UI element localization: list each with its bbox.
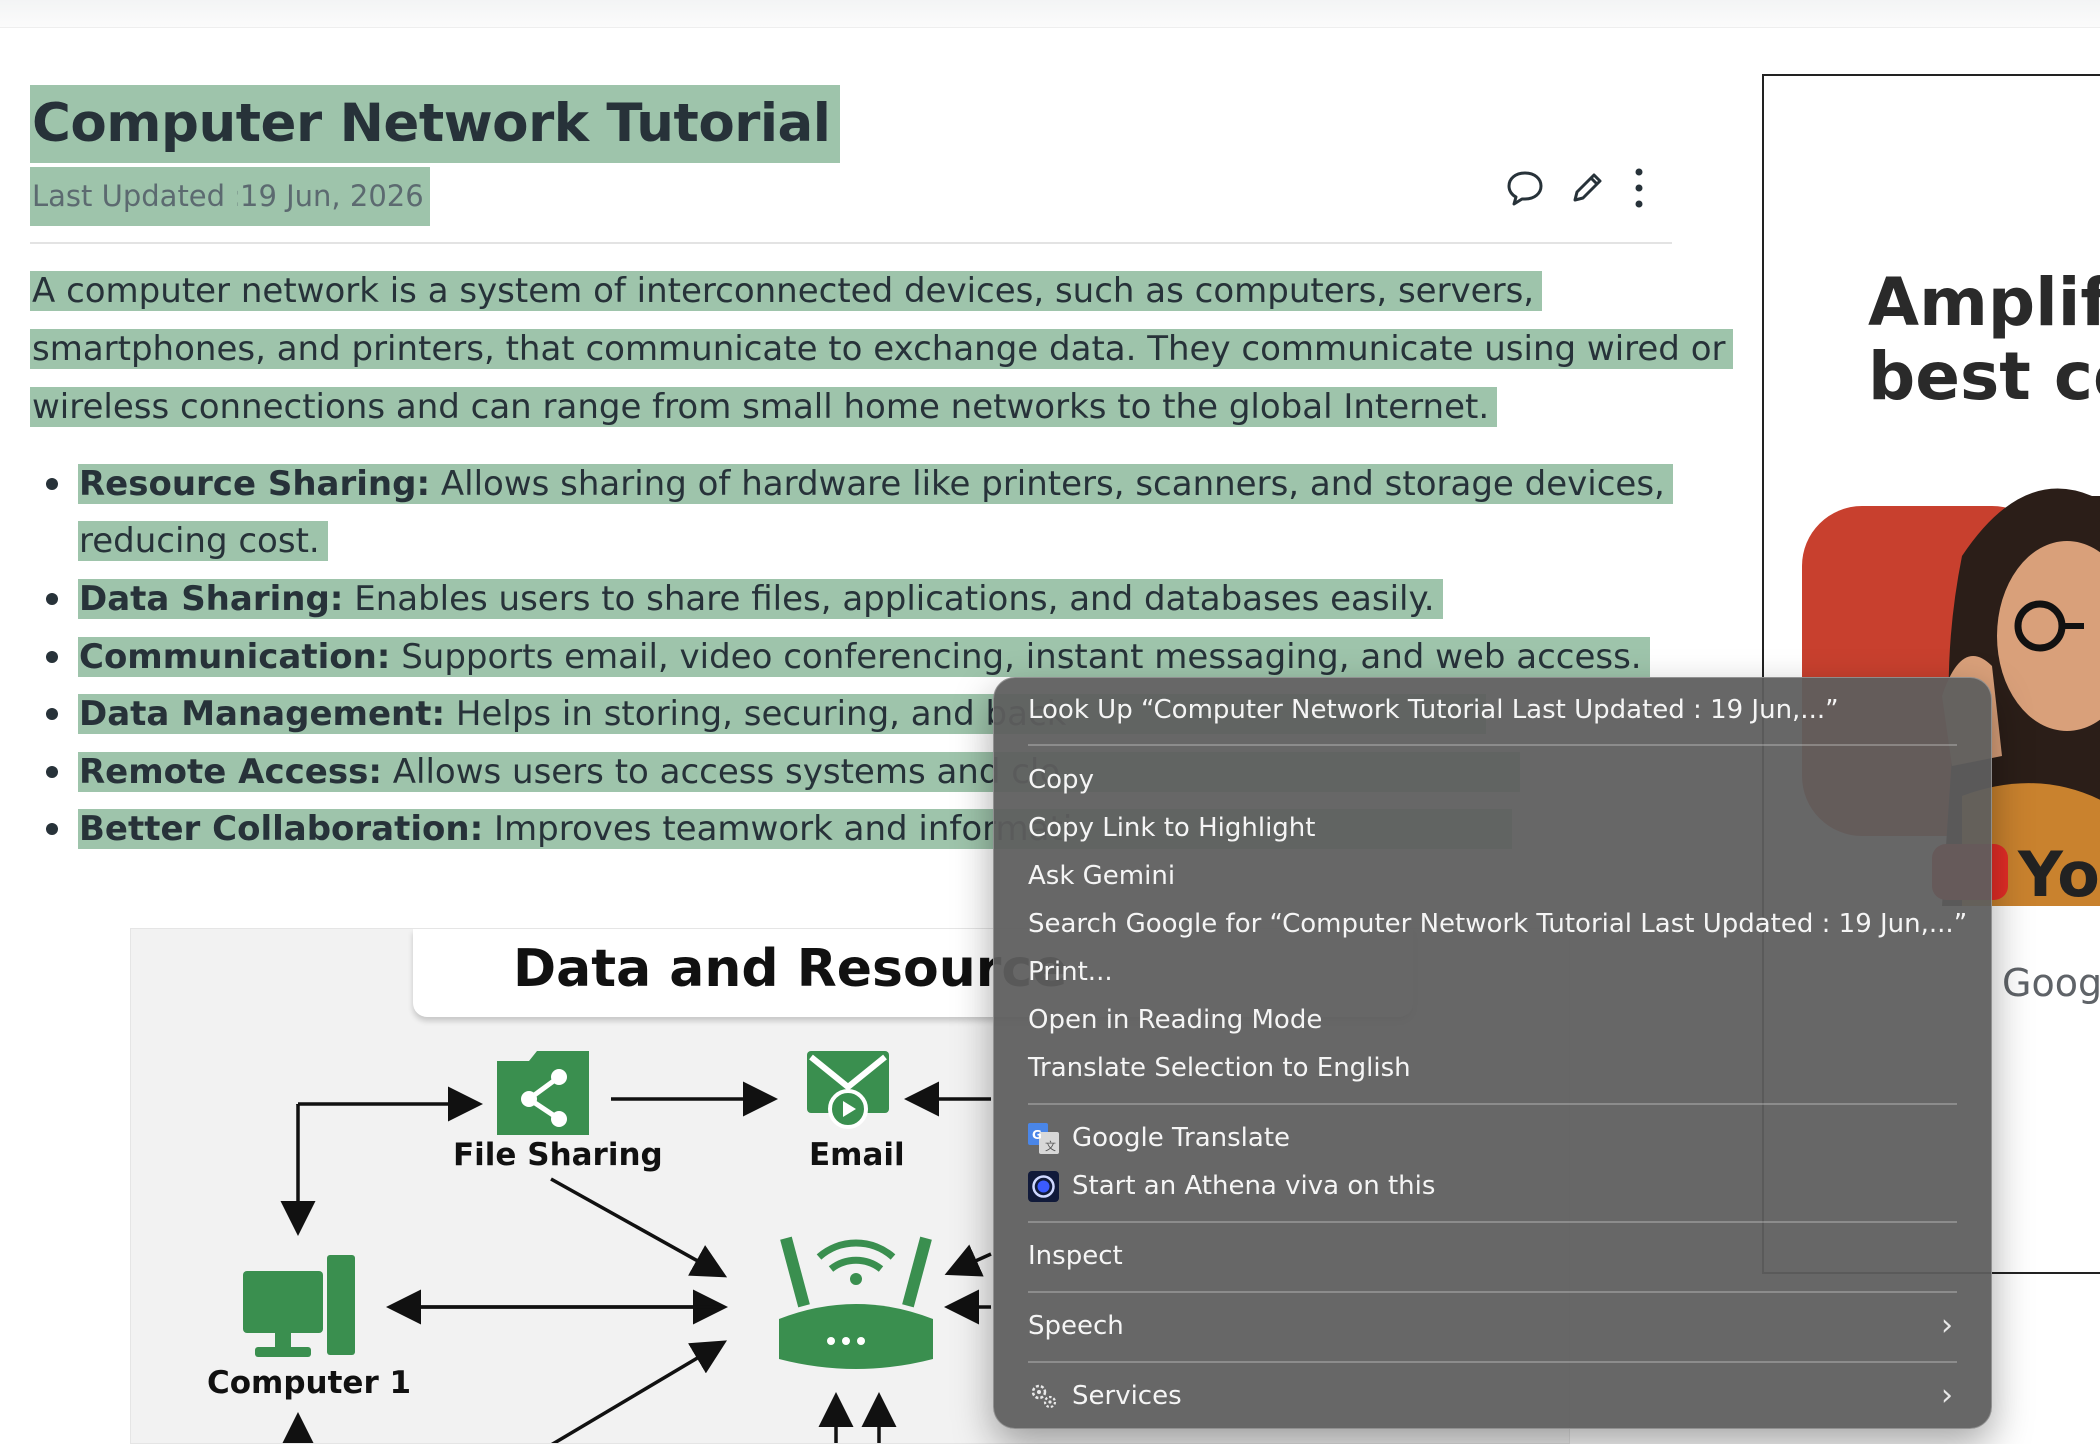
menu-item-athena-viva[interactable]: Start an Athena viva on this <box>1028 1163 1957 1209</box>
menu-separator <box>1028 1221 1957 1223</box>
ad-headline: Amplifybest co <box>1868 264 2100 415</box>
email-icon <box>807 1051 889 1129</box>
menu-separator <box>1028 1103 1957 1105</box>
menu-item-services[interactable]: Services › <box>1028 1373 1957 1419</box>
menu-item-ask-gemini[interactable]: Ask Gemini <box>1028 853 1957 899</box>
diagram-label-computer-1: Computer 1 <box>207 1365 412 1401</box>
folder-share-icon <box>497 1051 589 1135</box>
ad-google-text: Googl <box>2002 961 2100 1005</box>
diagram-label-email: Email <box>809 1137 905 1173</box>
chevron-right-icon: › <box>1941 1308 1953 1343</box>
google-translate-icon: G 文 <box>1028 1123 1059 1154</box>
bullet-data-sharing: Data Sharing: Enables users to share fil… <box>78 571 1443 628</box>
menu-item-print[interactable]: Print... <box>1028 949 1957 995</box>
context-menu: Look Up “Computer Network Tutorial Last … <box>993 677 1992 1429</box>
bullet-dot <box>46 593 58 605</box>
menu-separator <box>1028 744 1957 746</box>
menu-item-open-in-reading-mode[interactable]: Open in Reading Mode <box>1028 997 1957 1043</box>
intro-line-2: smartphones, and printers, that communic… <box>30 320 1734 378</box>
chevron-right-icon: › <box>1941 1378 1953 1413</box>
menu-separator <box>1028 1291 1957 1293</box>
gear-icon <box>1031 1384 1057 1409</box>
bullet-resource-sharing: Resource Sharing: Allows sharing of hard… <box>78 456 1673 513</box>
menu-item-label: Google Translate <box>1072 1123 1291 1153</box>
bullet-resource-sharing-cont: reducing cost. <box>78 513 328 570</box>
last-updated-date: 19 Jun, 2026 <box>238 167 430 226</box>
menu-item-inspect[interactable]: Inspect <box>1028 1233 1957 1279</box>
menu-item-copy-link-to-highlight[interactable]: Copy Link to Highlight <box>1028 805 1957 851</box>
browser-top-edge <box>0 0 2100 28</box>
menu-item-look-up[interactable]: Look Up “Computer Network Tutorial Last … <box>1028 687 1957 733</box>
menu-item-copy[interactable]: Copy <box>1028 757 1957 803</box>
bullet-dot <box>46 766 58 778</box>
bullet-dot <box>46 478 58 490</box>
title-divider <box>30 242 1672 244</box>
comment-icon[interactable] <box>1502 165 1548 211</box>
menu-item-google-translate[interactable]: G 文 Google Translate <box>1028 1115 1957 1161</box>
page-title: Computer Network Tutorial <box>30 85 841 163</box>
last-updated-label: Last Updated : <box>30 167 251 226</box>
intro-line-3: wireless connections and can range from … <box>30 378 1498 436</box>
computer-icon <box>243 1255 355 1357</box>
router-icon <box>779 1236 933 1369</box>
menu-item-label: Services <box>1072 1381 1182 1411</box>
menu-item-speech[interactable]: Speech › <box>1028 1303 1957 1349</box>
svg-text:文: 文 <box>1045 1139 1056 1153</box>
menu-item-search-google[interactable]: Search Google for “Computer Network Tuto… <box>1028 901 1967 947</box>
edit-pencil-icon[interactable] <box>1564 165 1610 211</box>
athena-logo-icon <box>1028 1171 1059 1202</box>
bullet-dot <box>46 708 58 720</box>
diagram-label-file-sharing: File Sharing <box>453 1137 663 1173</box>
menu-item-translate-selection[interactable]: Translate Selection to English <box>1028 1045 1957 1091</box>
menu-separator <box>1028 1361 1957 1363</box>
bullet-dot <box>46 823 58 835</box>
svg-text:G: G <box>1032 1128 1042 1142</box>
intro-line-1: A computer network is a system of interc… <box>30 262 1543 320</box>
bullet-dot <box>46 651 58 663</box>
menu-item-label: Speech <box>1028 1311 1124 1341</box>
menu-item-label: Start an Athena viva on this <box>1072 1171 1436 1201</box>
more-options-icon[interactable] <box>1616 165 1662 211</box>
ad-youtube-text: Yo <box>2018 838 2100 911</box>
